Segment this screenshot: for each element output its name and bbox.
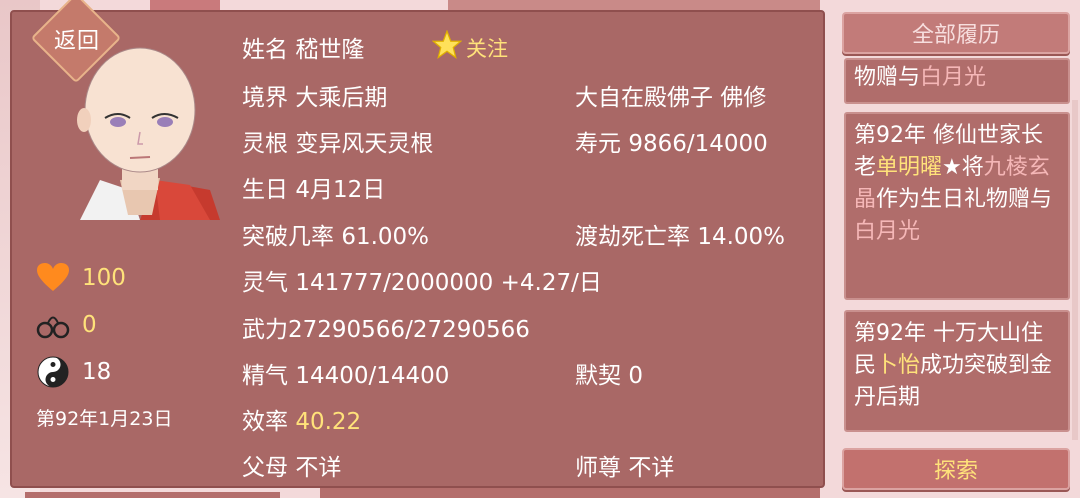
title-value: 大自在殿佛子: [575, 85, 713, 111]
essence-row: 精气 14400/14400: [242, 356, 449, 390]
events-scrollbar[interactable]: [1072, 100, 1078, 440]
force-label: 武力: [242, 317, 288, 343]
tacit-label: 默契: [575, 363, 621, 389]
master-label: 师尊: [575, 455, 621, 481]
yinyang-icon: [36, 355, 70, 389]
back-button-label: 返回: [53, 29, 100, 54]
game-date: 第92年1月23日: [36, 408, 173, 430]
title-row: 大自在殿佛子 佛修: [575, 78, 766, 112]
tribulation-label: 渡劫死亡率: [575, 224, 690, 250]
essence-label: 精气: [242, 363, 288, 389]
lifespan-label: 寿元: [575, 131, 621, 157]
name-label: 姓名: [242, 37, 288, 63]
handcuffs-icon: [36, 308, 70, 342]
star-icon: [431, 29, 463, 65]
chains-value: 0: [82, 312, 97, 338]
title-value-2: 佛修: [720, 85, 767, 111]
heart-icon: [36, 261, 70, 295]
background-strip-bottom-left: [25, 492, 280, 498]
event1-text-b: 将: [961, 155, 984, 180]
efficiency-value: 40.22: [295, 409, 362, 435]
lifespan-value: 9866/14000: [628, 131, 768, 157]
follow-button[interactable]: 关注: [431, 29, 508, 65]
root-value: 变异风天灵根: [295, 131, 434, 157]
event2-name: 卜怡: [876, 353, 921, 378]
all-history-button[interactable]: 全部履历: [842, 12, 1070, 54]
event0-target: 白月光: [920, 65, 987, 90]
event1-star: ★: [942, 155, 962, 180]
hearts-value: 100: [82, 265, 126, 291]
explore-button[interactable]: 探索: [842, 448, 1070, 490]
parents-label: 父母: [242, 455, 288, 481]
force-row: 武力27290566/27290566: [242, 310, 530, 344]
event1-name: 单明曜: [876, 155, 943, 180]
essence-value: 14400/14400: [295, 363, 450, 389]
yinyang-stat: 18: [36, 354, 111, 390]
efficiency-row: 效率 40.22: [242, 402, 361, 436]
name-value: 嵇世隆: [295, 37, 365, 63]
realm-row: 境界 大乘后期: [242, 78, 387, 112]
birthday-row: 生日 4月12日: [242, 170, 385, 204]
root-label: 灵根: [242, 131, 288, 157]
qi-row: 灵气 141777/2000000 +4.27/日: [242, 263, 602, 297]
qi-label: 灵气: [242, 270, 288, 296]
parents-row: 父母 不详: [242, 448, 341, 482]
tribulation-row: 渡劫死亡率 14.00%: [575, 217, 785, 251]
breakthrough-value: 61.00%: [341, 224, 430, 250]
tribulation-value: 14.00%: [697, 224, 786, 250]
birthday-value: 4月12日: [295, 177, 386, 203]
event1-target: 白月光: [854, 219, 921, 244]
master-value: 不详: [628, 455, 675, 481]
root-row: 灵根 变异风天灵根: [242, 124, 433, 158]
lifespan-row: 寿元 9866/14000: [575, 124, 768, 158]
event1-text-c: 作为生日礼物赠与: [876, 187, 1053, 212]
event-card-0: 物赠与白月光: [844, 58, 1070, 104]
birthday-label: 生日: [242, 177, 288, 203]
event0-text: 物赠与: [854, 65, 921, 90]
event-card-2: 第92年 十万大山住民卜怡成功突破到金丹后期: [844, 310, 1070, 432]
tacit-value: 0: [628, 363, 643, 389]
realm-value: 大乘后期: [295, 85, 388, 111]
breakthrough-row: 突破几率 61.00%: [242, 217, 429, 251]
breakthrough-label: 突破几率: [242, 224, 334, 250]
event-card-1: 第92年 修仙世家长老单明曜★将九棱玄晶作为生日礼物赠与白月光: [844, 112, 1070, 300]
efficiency-label: 效率: [242, 409, 288, 435]
follow-label: 关注: [466, 36, 508, 61]
realm-label: 境界: [242, 85, 288, 111]
tacit-row: 默契 0: [575, 356, 643, 390]
yinyang-value: 18: [82, 359, 112, 385]
force-value: 27290566/27290566: [288, 317, 530, 343]
back-button[interactable]: 返回: [30, 0, 122, 84]
qi-value: 141777/2000000 +4.27/日: [295, 270, 602, 296]
master-row: 师尊 不详: [575, 448, 674, 482]
hearts-stat: 100: [36, 260, 126, 296]
name-row: 姓名 嵇世隆: [242, 30, 364, 64]
chains-stat: 0: [36, 307, 97, 343]
parents-value: 不详: [295, 455, 342, 481]
